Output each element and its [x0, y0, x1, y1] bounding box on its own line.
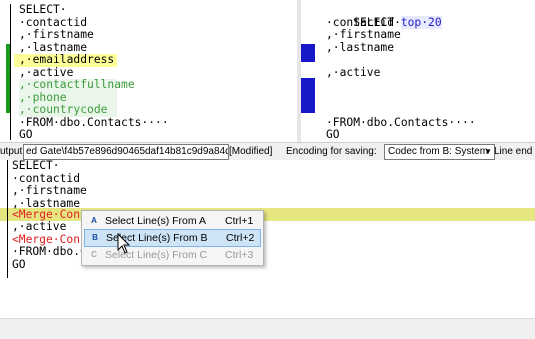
source-c-icon: C [91, 250, 97, 259]
menu-item-select-from-b[interactable]: B Select Line(s) From B Ctrl+2 [84, 229, 261, 247]
context-menu: A Select Line(s) From A Ctrl+1 B Select … [81, 210, 264, 266]
output-label: utput: [0, 146, 26, 157]
code-line: ,·active [326, 65, 381, 79]
codec-select[interactable]: Codec from B: System ▼ [384, 144, 495, 160]
code-line: ,·firstname [12, 184, 87, 197]
horizontal-scrollbar[interactable] [0, 318, 535, 339]
code-line: GO [326, 128, 340, 141]
codec-value: Codec from B: System [388, 146, 489, 157]
diff-marker-line [10, 4, 11, 140]
code-line: ·FROM·dbo.Contacts···· [19, 115, 169, 129]
output-gutter-line [7, 160, 8, 278]
code-line: SELECT·top·20 [326, 4, 535, 29]
output-file-field[interactable]: ed Gate\f4b57e896d90465daf14b81c9d9a84d9… [23, 144, 229, 160]
right-diff-pane[interactable]: SELECT·top·20 ·contactid ,·firstname ,·l… [301, 0, 535, 142]
code-line-added: ,·countrycode [19, 103, 117, 117]
output-toolbar: utput: ed Gate\f4b57e896d90465daf14b81c9… [0, 142, 535, 162]
code-line: GO [19, 128, 33, 141]
chevron-down-icon: ▼ [484, 147, 492, 156]
code-line: ·contactid [12, 171, 81, 185]
menu-item-select-from-c[interactable]: C Select Line(s) From C Ctrl+3 [84, 247, 261, 263]
code-line-changed: ,·emailaddress [14, 53, 117, 67]
code-line-added: ,·contactfullname [19, 78, 135, 92]
source-b-icon: B [92, 233, 98, 242]
code-line: ,·lastname [326, 40, 395, 54]
menu-item-select-from-a[interactable]: A Select Line(s) From A Ctrl+1 [84, 213, 261, 229]
code-line: SELECT· [19, 3, 67, 16]
code-line: SELECT· [12, 160, 60, 172]
code-line: ,·firstname [326, 28, 401, 41]
left-diff-pane[interactable]: SELECT· ·contactid ,·firstname ,·lastnam… [0, 0, 297, 142]
mouse-pointer-icon [117, 233, 131, 254]
code-line: ·FROM·dbo.Contacts···· [326, 115, 476, 129]
menu-item-label: Select Line(s) From A [105, 215, 206, 227]
diff-marker-blue [301, 44, 315, 62]
code-line: ,·firstname [19, 28, 94, 41]
line-end-label: Line end s [494, 146, 535, 157]
modified-indicator: [Modified] [229, 146, 273, 157]
encoding-label: Encoding for saving: [286, 146, 377, 157]
menu-item-shortcut: Ctrl+2 [226, 232, 255, 244]
menu-item-shortcut: Ctrl+1 [225, 215, 254, 227]
source-a-icon: A [91, 216, 97, 225]
menu-item-shortcut: Ctrl+3 [225, 249, 254, 261]
diff-marker-blue [301, 78, 315, 113]
